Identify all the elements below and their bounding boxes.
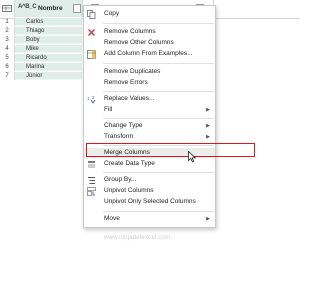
menu-item-remove-duplicates[interactable]: Remove Duplicates	[84, 67, 215, 77]
row-number: 7	[0, 72, 15, 80]
menu-item-label: Remove Errors	[104, 79, 148, 86]
add-column-examples-icon	[87, 50, 96, 59]
menu-separator	[103, 63, 214, 64]
create-data-type-icon	[87, 160, 96, 169]
row-number: 3	[0, 36, 15, 44]
menu-separator	[103, 211, 214, 212]
column-header-label: Nombre	[38, 5, 63, 12]
replace-values-icon: 12	[87, 95, 96, 104]
menu-item-label: Remove Duplicates	[104, 68, 161, 75]
menu-item-label: Unpivot Columns	[104, 187, 154, 194]
svg-text:1: 1	[87, 96, 90, 101]
menu-item-label: Transform	[104, 133, 134, 140]
menu-item-transform[interactable]: Transform ▶	[84, 132, 215, 142]
menu-separator	[103, 91, 214, 92]
table-row[interactable]: 6 Marina	[0, 63, 82, 71]
table-cell[interactable]: Thiago	[15, 27, 82, 35]
row-number: 6	[0, 63, 15, 71]
submenu-arrow-icon: ▶	[206, 123, 210, 129]
menu-item-label: Create Data Type	[104, 160, 155, 167]
menu-item-remove-errors[interactable]: Remove Errors	[84, 78, 215, 88]
menu-item-label: Fill	[104, 106, 113, 113]
row-number: 1	[0, 18, 15, 26]
unpivot-columns-icon	[87, 187, 96, 196]
table-row[interactable]: 3 Boby	[0, 36, 82, 44]
menu-item-label: Add Column From Examples...	[104, 50, 193, 57]
column-context-menu: Copy Remove Columns Remove Other Columns…	[83, 5, 216, 228]
table-cell[interactable]: Júnior	[15, 72, 82, 80]
menu-item-unpivot-only-selected[interactable]: Unpivot Only Selected Columns	[84, 197, 215, 207]
menu-item-label: Replace Values...	[104, 95, 155, 102]
menu-item-unpivot-columns[interactable]: Unpivot Columns	[84, 186, 215, 196]
table-row[interactable]: 7 Júnior	[0, 72, 82, 80]
menu-item-move[interactable]: Move ▶	[84, 214, 215, 224]
menu-item-label: Remove Other Columns	[104, 39, 174, 46]
menu-item-copy[interactable]: Copy	[84, 9, 215, 19]
watermark: www.ninjadelexcel.com	[104, 235, 171, 241]
submenu-arrow-icon: ▶	[206, 134, 210, 140]
submenu-arrow-icon: ▶	[206, 107, 210, 113]
menu-item-label: Unpivot Only Selected Columns	[104, 198, 196, 205]
menu-item-label: Copy	[104, 10, 120, 17]
table-menu-button[interactable]	[0, 0, 15, 17]
column-header-nombre[interactable]: A^B_C Nombre	[15, 0, 83, 17]
menu-item-label: Remove Columns	[104, 28, 156, 35]
row-number: 2	[0, 27, 15, 35]
row-number: 5	[0, 54, 15, 62]
group-by-icon	[87, 176, 96, 185]
menu-item-change-type[interactable]: Change Type ▶	[84, 121, 215, 131]
menu-item-remove-other-columns[interactable]: Remove Other Columns	[84, 38, 215, 48]
menu-separator	[103, 23, 214, 24]
table-cell[interactable]: Boby	[15, 36, 82, 44]
menu-item-replace-values[interactable]: 12 Replace Values...	[84, 94, 215, 104]
menu-item-fill[interactable]: Fill ▶	[84, 105, 215, 115]
menu-item-group-by[interactable]: Group By...	[84, 175, 215, 185]
table-row[interactable]: 5 Ricardo	[0, 54, 82, 62]
menu-separator	[103, 172, 214, 173]
menu-separator	[103, 118, 214, 119]
menu-item-add-column-from-examples[interactable]: Add Column From Examples...	[84, 49, 215, 59]
table-row[interactable]: 1 Carlos	[0, 18, 82, 26]
copy-icon	[87, 10, 96, 19]
row-number: 4	[0, 45, 15, 53]
table-cell[interactable]: Ricardo	[15, 54, 82, 62]
submenu-arrow-icon: ▶	[206, 216, 210, 222]
table-icon	[2, 5, 12, 12]
table-row[interactable]: 2 Thiago	[0, 27, 82, 35]
table-cell[interactable]: Mike	[15, 45, 82, 53]
remove-columns-icon	[87, 28, 96, 37]
merge-columns-highlight	[86, 143, 255, 157]
table-cell[interactable]: Marina	[15, 63, 82, 71]
menu-item-label: Group By...	[104, 176, 137, 183]
menu-item-label: Move	[104, 215, 120, 222]
mouse-cursor-icon	[188, 151, 197, 163]
svg-text:2: 2	[92, 95, 95, 100]
menu-item-remove-columns[interactable]: Remove Columns	[84, 27, 215, 37]
table-row[interactable]: 4 Mike	[0, 45, 82, 53]
column-filter-button[interactable]	[73, 4, 81, 13]
table-cell[interactable]: Carlos	[15, 18, 82, 26]
menu-item-label: Change Type	[104, 122, 143, 129]
text-type-icon[interactable]: A^B_C	[18, 4, 37, 10]
